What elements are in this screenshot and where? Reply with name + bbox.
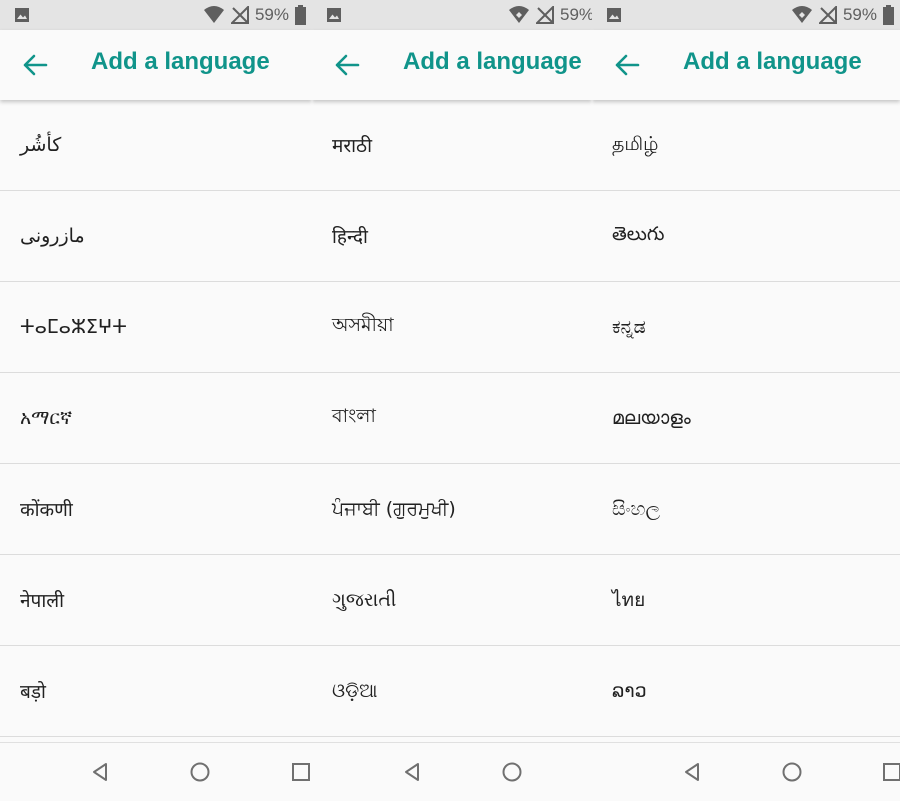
wifi-icon bbox=[791, 6, 812, 23]
page-title: Add a language bbox=[403, 48, 582, 75]
status-bar: 59% bbox=[0, 0, 312, 30]
nav-back-icon[interactable] bbox=[88, 760, 112, 784]
language-label: ไทย bbox=[612, 589, 646, 611]
nav-home-icon[interactable] bbox=[500, 760, 524, 784]
nav-home-icon[interactable] bbox=[188, 760, 212, 784]
language-label: தமிழ் bbox=[612, 132, 659, 155]
battery-percent: 59% bbox=[560, 5, 592, 24]
language-item[interactable]: नेपाली bbox=[0, 555, 312, 646]
back-arrow-icon[interactable] bbox=[614, 53, 640, 77]
no-signal-icon bbox=[536, 6, 554, 24]
no-signal-icon bbox=[230, 6, 249, 24]
language-item[interactable]: مازرونی bbox=[0, 191, 312, 282]
screen-panel-3: 59% Add a language தமிழ் తెలుగు ಕನ್ನಡ മല… bbox=[592, 0, 900, 801]
language-label: مازرونی bbox=[20, 225, 85, 247]
page-title: Add a language bbox=[91, 48, 270, 75]
language-label: ગુજરાતી bbox=[332, 589, 397, 611]
language-item[interactable]: ଓଡ଼ିଆ bbox=[312, 646, 592, 737]
no-signal-icon bbox=[818, 6, 837, 24]
nav-recents-icon[interactable] bbox=[880, 760, 900, 784]
status-bar: 59% bbox=[592, 0, 900, 30]
battery-icon bbox=[295, 5, 306, 25]
back-arrow-icon[interactable] bbox=[334, 53, 360, 77]
navigation-bar bbox=[0, 742, 312, 801]
language-item[interactable]: ⵜⴰⵎⴰⵣⵉⵖⵜ bbox=[0, 282, 312, 373]
language-list: मराठी हिन्दी অসমীয়া বাংলা ਪੰਜਾਬੀ (ਗੁਰਮੁ… bbox=[312, 100, 592, 737]
nav-back-icon[interactable] bbox=[400, 760, 424, 784]
language-item[interactable]: አማርኛ bbox=[0, 373, 312, 464]
language-label: മലയാളം bbox=[612, 407, 691, 429]
navigation-bar bbox=[592, 742, 900, 801]
language-item[interactable]: অসমীয়া bbox=[312, 282, 592, 373]
language-label: অসমীয়া bbox=[332, 314, 394, 336]
battery-percent: 59% bbox=[842, 5, 877, 24]
language-item[interactable]: ಕನ್ನಡ bbox=[592, 282, 900, 373]
language-item[interactable]: తెలుగు bbox=[592, 191, 900, 282]
language-label: नेपाली bbox=[20, 590, 65, 612]
language-label: ⵜⴰⵎⴰⵣⵉⵖⵜ bbox=[20, 316, 127, 338]
language-label: ଓଡ଼ିଆ bbox=[332, 680, 378, 702]
language-label: አማርኛ bbox=[20, 407, 73, 429]
language-item[interactable]: ไทย bbox=[592, 555, 900, 646]
battery-percent: 59% bbox=[254, 5, 289, 24]
language-label: বাংলা bbox=[332, 405, 376, 427]
language-label: తెలుగు bbox=[612, 222, 665, 245]
wifi-icon bbox=[203, 6, 224, 23]
language-item[interactable]: മലയാളം bbox=[592, 373, 900, 464]
page-title: Add a language bbox=[683, 48, 862, 75]
language-label: हिन्दी bbox=[332, 226, 368, 248]
language-item[interactable]: ਪੰਜਾਬੀ (ਗੁਰਮੁਖੀ) bbox=[312, 464, 592, 555]
language-item[interactable]: தமிழ் bbox=[592, 100, 900, 191]
nav-back-icon[interactable] bbox=[680, 760, 704, 784]
language-item[interactable]: कोंकणी bbox=[0, 464, 312, 555]
language-label: बड़ो bbox=[20, 681, 46, 703]
language-item[interactable]: සිංහල bbox=[592, 464, 900, 555]
language-label: ಕನ್ನಡ bbox=[612, 316, 646, 338]
app-bar: Add a language bbox=[592, 30, 900, 100]
image-notification-icon bbox=[327, 8, 341, 22]
language-item[interactable]: বাংলা bbox=[312, 373, 592, 464]
language-item[interactable]: كأشُر bbox=[0, 100, 312, 191]
app-bar: Add a language bbox=[0, 30, 312, 100]
language-label: कोंकणी bbox=[20, 499, 73, 521]
back-arrow-icon[interactable] bbox=[22, 53, 48, 77]
screen-panel-1: 59% Add a language كأشُر مازرونی ⵜⴰⵎⴰⵣⵉⵖ… bbox=[0, 0, 312, 801]
language-list: தமிழ் తెలుగు ಕನ್ನಡ മലയാളം සිංහල ไทย ລາວ bbox=[592, 100, 900, 737]
navigation-bar bbox=[312, 742, 592, 801]
language-list: كأشُر مازرونی ⵜⴰⵎⴰⵣⵉⵖⵜ አማርኛ कोंकणी नेपाल… bbox=[0, 100, 312, 737]
image-notification-icon bbox=[607, 8, 621, 22]
language-label: ਪੰਜਾਬੀ (ਗੁਰਮੁਖੀ) bbox=[332, 498, 456, 520]
language-label: සිංහල bbox=[612, 498, 660, 520]
screen-panel-2: 59% Add a language मराठी हिन्दी অসমীয়া … bbox=[312, 0, 592, 801]
nav-recents-icon[interactable] bbox=[289, 760, 313, 784]
language-item[interactable]: ગુજરાતી bbox=[312, 555, 592, 646]
app-bar: Add a language bbox=[312, 30, 592, 100]
language-item[interactable]: ລາວ bbox=[592, 646, 900, 737]
language-label: ລາວ bbox=[612, 680, 647, 702]
status-bar: 59% bbox=[312, 0, 592, 30]
language-label: मराठी bbox=[332, 135, 373, 157]
language-item[interactable]: मराठी bbox=[312, 100, 592, 191]
wifi-icon bbox=[509, 6, 529, 23]
battery-icon bbox=[883, 5, 894, 25]
language-label: كأشُر bbox=[20, 134, 62, 156]
nav-home-icon[interactable] bbox=[780, 760, 804, 784]
language-item[interactable]: हिन्दी bbox=[312, 191, 592, 282]
language-item[interactable]: बड़ो bbox=[0, 646, 312, 737]
image-notification-icon bbox=[15, 8, 29, 22]
